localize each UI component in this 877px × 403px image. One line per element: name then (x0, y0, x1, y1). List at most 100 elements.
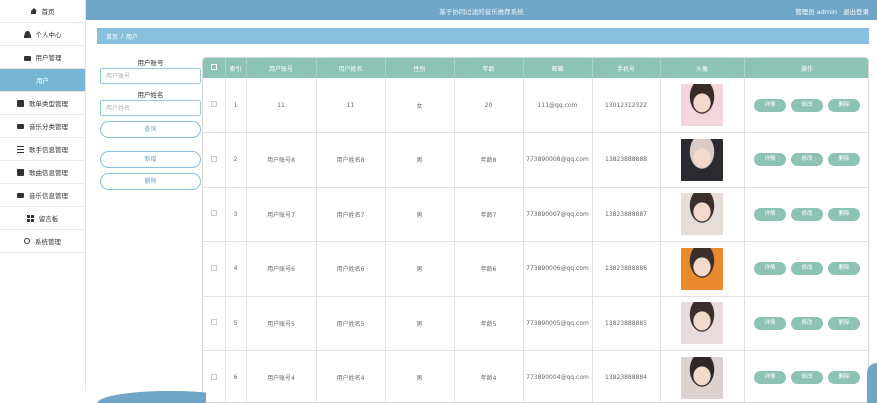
detail-button[interactable]: 详情 (754, 98, 786, 112)
edit-button[interactable]: 修改 (791, 316, 823, 330)
cell-phone: 13823888888 (592, 132, 661, 188)
cell-age: 年龄4 (454, 350, 524, 402)
cell-avatar (660, 296, 745, 351)
row-checkbox[interactable] (210, 319, 217, 326)
row-select-cell (203, 187, 226, 242)
delete-button[interactable]: 删除 (828, 262, 860, 276)
column-header: 操作 (744, 58, 868, 78)
batch-delete-button[interactable]: 删除 (100, 173, 201, 190)
edit-button[interactable]: 修改 (791, 371, 823, 385)
search-panel: 用户账号 用户姓名 查询 新增 删除 (100, 58, 201, 190)
sidebar-item-label: 歌手信息管理 (29, 146, 68, 154)
cell-actions: 详情 修改 删除 (744, 296, 868, 351)
cell-name: 用户姓名5 (316, 296, 386, 351)
row-checkbox[interactable] (210, 210, 217, 217)
cell-email: 111@qq.com (523, 78, 593, 133)
cell-phone: 13823888885 (592, 296, 661, 351)
column-header: 索引 (225, 58, 247, 78)
account-input[interactable] (100, 68, 201, 84)
name-input[interactable] (100, 100, 201, 116)
table-row: 5 用户账号5 用户姓名5 男年龄5 773890005@qq.com 138238888… (203, 296, 868, 351)
sidebar-item-5[interactable]: 音乐分类管理 (0, 115, 85, 138)
edit-button[interactable]: 修改 (791, 207, 823, 221)
sidebar-item-label: 留言板 (38, 215, 59, 223)
top-header: 基于协同过滤的音乐推荐系统 管理员 admin 退出登录 (86, 0, 877, 20)
cell-gender: 男 (385, 350, 455, 402)
row-checkbox[interactable] (210, 264, 217, 271)
logout-link[interactable]: 退出登录 (843, 6, 869, 16)
cell-name: 11 (316, 78, 386, 133)
avatar (681, 138, 723, 181)
sidebar-item-4[interactable]: 歌单类型管理 (0, 92, 85, 115)
cell-avatar (660, 350, 745, 402)
sidebar-item-1[interactable]: 个人中心 (0, 23, 85, 46)
cell-avatar (660, 78, 745, 133)
delete-button[interactable]: 删除 (828, 316, 860, 330)
album-icon (17, 168, 24, 176)
sidebar-item-10[interactable]: 系统管理 (0, 230, 85, 253)
row-checkbox[interactable] (210, 155, 217, 162)
cell-index: 4 (225, 241, 247, 297)
detail-button[interactable]: 详情 (754, 153, 786, 167)
detail-button[interactable]: 详情 (754, 316, 786, 330)
sidebar-item-3[interactable]: 用户 (0, 69, 85, 92)
cell-account: 用户账号4 (246, 350, 317, 402)
cell-age: 20 (454, 78, 524, 133)
sidebar-item-6[interactable]: 歌手信息管理 (0, 138, 85, 161)
edit-button[interactable]: 修改 (791, 153, 823, 167)
checkbox-icon[interactable] (210, 64, 217, 70)
sidebar-item-0[interactable]: 首页 (0, 0, 85, 23)
row-checkbox[interactable] (210, 373, 217, 380)
delete-button[interactable]: 删除 (828, 371, 860, 385)
column-header: 年龄 (454, 58, 524, 78)
cell-email: 773890007@qq.com (523, 187, 593, 242)
edit-button[interactable]: 修改 (791, 98, 823, 112)
sidebar-item-label: 用户管理 (35, 54, 62, 62)
bag-icon (23, 55, 31, 61)
sidebar-item-label: 音乐信息管理 (29, 192, 68, 200)
delete-button[interactable]: 删除 (828, 98, 860, 112)
cell-actions: 详情 修改 删除 (744, 241, 868, 297)
monitor-icon (17, 192, 24, 198)
breadcrumb-home[interactable]: 首页 (106, 32, 118, 41)
detail-button[interactable]: 详情 (754, 371, 786, 385)
gear-icon (24, 238, 30, 244)
cell-account: 用户账号5 (246, 296, 317, 351)
edit-button[interactable]: 修改 (791, 262, 823, 276)
cell-gender: 男 (385, 241, 455, 297)
query-button[interactable]: 查询 (100, 121, 201, 138)
sidebar-item-7[interactable]: 歌曲信息管理 (0, 161, 85, 184)
detail-button[interactable]: 详情 (754, 207, 786, 221)
sidebar-item-label: 歌曲信息管理 (29, 169, 68, 177)
account-label: 用户账号 (137, 59, 164, 67)
home-icon (30, 8, 37, 14)
sidebar-item-9[interactable]: 留言板 (0, 207, 85, 230)
column-header: 用户账号 (246, 58, 317, 78)
cell-index: 6 (225, 350, 247, 402)
cell-actions: 详情 修改 删除 (744, 350, 868, 402)
avatar (681, 356, 723, 399)
cell-gender: 女 (385, 78, 455, 133)
sidebar-item-8[interactable]: 音乐信息管理 (0, 184, 85, 207)
delete-button[interactable]: 删除 (828, 207, 860, 221)
table-header-row: 索引 用户账号 用户姓名 性别 年龄 邮箱 手机号 头像 操作 (203, 58, 868, 78)
cell-age: 年龄6 (454, 241, 524, 297)
detail-button[interactable]: 详情 (754, 262, 786, 276)
select-all-checkbox[interactable] (203, 58, 226, 78)
name-label: 用户姓名 (137, 91, 164, 99)
row-select-cell (203, 78, 226, 133)
cell-account: 用户账号6 (246, 241, 317, 297)
sidebar-item-label: 歌单类型管理 (29, 100, 68, 108)
table-row: 3 用户账号7 用户姓名7 男年龄7 773890007@qq.com 138238888… (203, 187, 868, 242)
cell-phone: 13823888886 (592, 241, 661, 297)
row-select-cell (203, 132, 226, 188)
avatar (681, 193, 723, 236)
user-icon (23, 30, 31, 38)
cell-actions: 详情 修改 删除 (744, 132, 868, 188)
add-button[interactable]: 新增 (100, 151, 201, 168)
sidebar-item-2[interactable]: 用户管理 (0, 46, 85, 69)
cell-avatar (660, 241, 745, 297)
row-checkbox[interactable] (210, 101, 217, 107)
cell-name: 用户姓名7 (316, 187, 386, 242)
delete-button[interactable]: 删除 (828, 153, 860, 167)
